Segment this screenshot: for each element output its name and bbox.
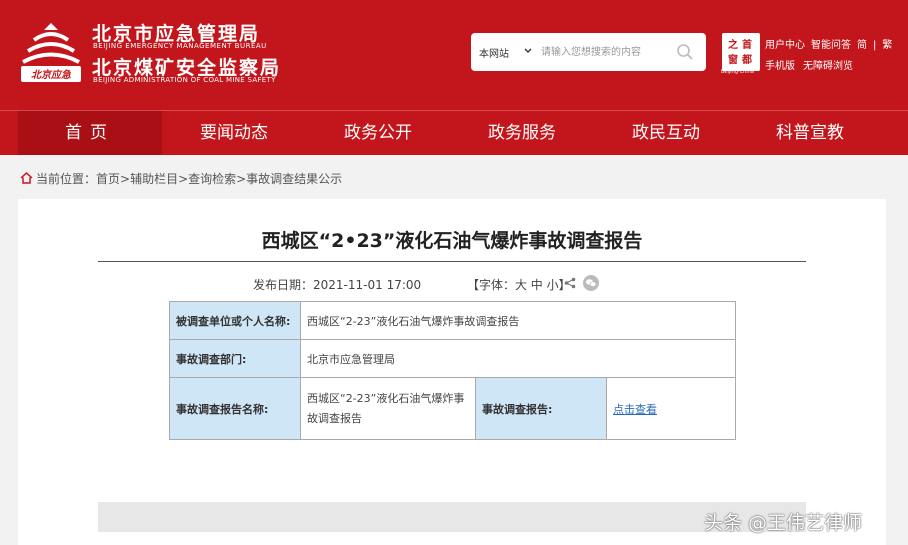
table-row: 被调查单位或个人名称: 西城区“2-23”液化石油气爆炸事故调查报告: [169, 301, 736, 340]
report-link-cell: 点击查看: [606, 377, 736, 440]
table-row: 事故调查部门: 北京市应急管理局: [169, 339, 736, 378]
logo-caption: 北京应急: [31, 69, 71, 81]
nav-item-home[interactable]: 首页: [18, 111, 162, 155]
breadcrumb-path[interactable]: 首页>辅助栏目>查询检索>事故调查结果公示: [96, 172, 342, 186]
nav-item-news[interactable]: 要闻动态: [162, 111, 306, 155]
separator: |: [873, 40, 877, 51]
search-scope-select[interactable]: 本网站: [479, 45, 509, 60]
smart-qa-link[interactable]: 智能问答: [811, 40, 851, 51]
emergency-bureau-logo[interactable]: 北京应急: [18, 20, 84, 86]
footer-bar: [98, 502, 806, 532]
search-input[interactable]: [541, 43, 666, 61]
publish-label: 发布日期：: [253, 278, 314, 292]
article-title: 西城区“2•23”液化石油气爆炸事故调查报告: [261, 230, 643, 252]
font-size-switch[interactable]: 【字体：大 中 小】: [467, 278, 571, 292]
view-report-link[interactable]: 点击查看: [613, 403, 657, 416]
article-meta: 发布日期：2021-11-01 17:00 【字体：大 中 小】: [253, 276, 571, 293]
article-card: 西城区“2•23”液化石油气爆炸事故调查报告 发布日期：2021-11-01 1…: [18, 199, 886, 545]
table-value: 西城区“2-23”液化石油气爆炸事故调查报告: [300, 377, 476, 440]
capital-caption: Beijing·China: [721, 69, 754, 75]
nav-item-gov-services[interactable]: 政务服务: [450, 111, 594, 155]
top-links-row1: 用户中心 智能问答简 | 繁: [765, 36, 898, 51]
home-icon: [20, 172, 33, 184]
capital-char: 之: [728, 40, 738, 51]
table-key: 事故调查报告名称:: [169, 377, 301, 440]
simplified-link[interactable]: 简: [857, 40, 867, 51]
nav-item-gov-affairs[interactable]: 政务公开: [306, 111, 450, 155]
info-table: 被调查单位或个人名称: 西城区“2-23”液化石油气爆炸事故调查报告 事故调查部…: [169, 301, 736, 440]
capital-char: 都: [742, 55, 752, 66]
publish-date: 2021-11-01 17:00: [313, 278, 422, 292]
main-nav: 首页 要闻动态 政务公开 政务服务 政民互动 科普宣教: [0, 110, 908, 155]
search-box: 本网站: [471, 33, 706, 71]
wechat-icon[interactable]: [583, 275, 599, 291]
table-value: 西城区“2-23”液化石油气爆炸事故调查报告: [300, 301, 736, 340]
org2-name-en: BEIJING ADMINISTRATION OF COAL MINE SAFE…: [93, 76, 276, 84]
traditional-link[interactable]: 繁: [882, 40, 892, 51]
accessibility-link[interactable]: 无障碍浏览: [803, 61, 853, 72]
nav-item-science[interactable]: 科普宣教: [738, 111, 882, 155]
table-key: 被调查单位或个人名称:: [169, 301, 301, 340]
table-row: 事故调查报告名称: 西城区“2-23”液化石油气爆炸事故调查报告 事故调查报告:…: [169, 377, 736, 440]
top-links-row2: 手机版 无障碍浏览: [765, 57, 861, 72]
site-header: 北京应急 北京市应急管理局 BEIJING EMERGENCY MANAGEME…: [0, 0, 908, 110]
mobile-version-link[interactable]: 手机版: [765, 61, 795, 72]
user-center-link[interactable]: 用户中心: [765, 40, 805, 51]
title-divider: [98, 261, 806, 262]
nav-item-interaction[interactable]: 政民互动: [594, 111, 738, 155]
table-value: 北京市应急管理局: [300, 339, 736, 378]
breadcrumb-label: 当前位置：: [36, 172, 97, 186]
breadcrumb: 当前位置：首页>辅助栏目>查询检索>事故调查结果公示: [20, 170, 342, 187]
search-icon[interactable]: [676, 43, 694, 61]
org-name-en: BEIJING EMERGENCY MANAGEMENT BUREAU: [93, 42, 267, 50]
table-key: 事故调查部门:: [169, 339, 301, 378]
chevron-down-icon[interactable]: [523, 44, 533, 58]
capital-char: 首: [742, 40, 752, 51]
share-icon[interactable]: [564, 277, 576, 289]
capital-char: 窗: [728, 55, 738, 66]
capital-window-logo[interactable]: 首 都 之 窗: [722, 33, 760, 71]
watermark: 头条 @王伟艺律师: [704, 512, 863, 534]
table-key: 事故调查报告:: [475, 377, 607, 440]
